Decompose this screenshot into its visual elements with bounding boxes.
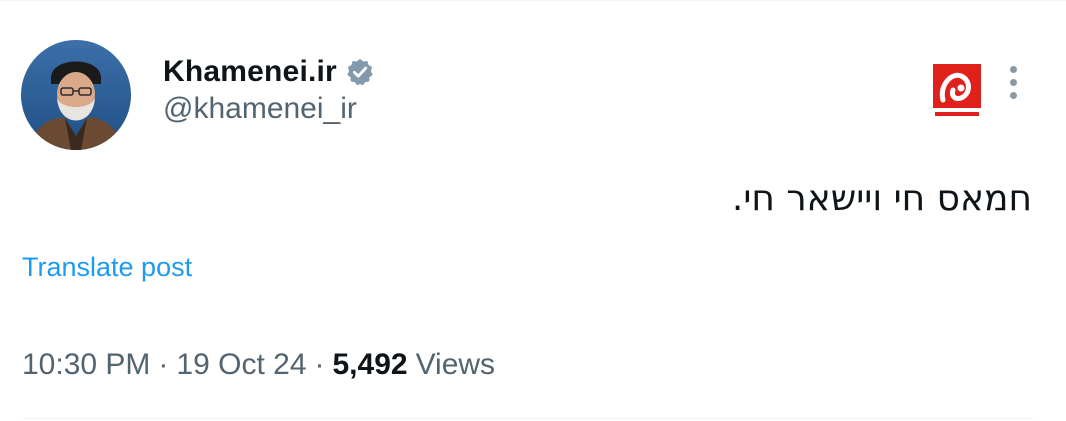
meta-separator: ·: [158, 348, 169, 381]
views-label: Views: [415, 348, 496, 381]
post-date[interactable]: 19 Oct 24: [176, 348, 306, 382]
more-dot: [1009, 91, 1017, 99]
bottom-divider: [22, 418, 1034, 419]
author-name-row: Khamenei.ir: [163, 52, 375, 92]
views-count: 5,492: [332, 348, 408, 381]
khamenei-site-logo: [931, 62, 983, 122]
meta-separator: ·: [314, 348, 325, 381]
more-dot: [1009, 78, 1017, 86]
post-time[interactable]: 10:30 PM: [22, 348, 150, 382]
avatar[interactable]: [21, 40, 131, 150]
avatar-portrait: [21, 40, 131, 150]
author-handle[interactable]: @khamenei_ir: [163, 92, 357, 126]
author-display-name[interactable]: Khamenei.ir: [163, 55, 337, 89]
translate-post-link[interactable]: Translate post: [22, 252, 192, 283]
more-options-icon[interactable]: [998, 62, 1028, 102]
more-dot: [1009, 65, 1017, 73]
post-meta: 10:30 PM · 19 Oct 24 · 5,492 Views: [22, 348, 495, 382]
verified-badge-icon[interactable]: [345, 57, 375, 87]
tweet: Khamenei.ir @khamenei_ir חמאס חי ויישאר …: [0, 0, 1066, 421]
post-text: חמאס חי ויישאר חי.: [731, 178, 1032, 219]
